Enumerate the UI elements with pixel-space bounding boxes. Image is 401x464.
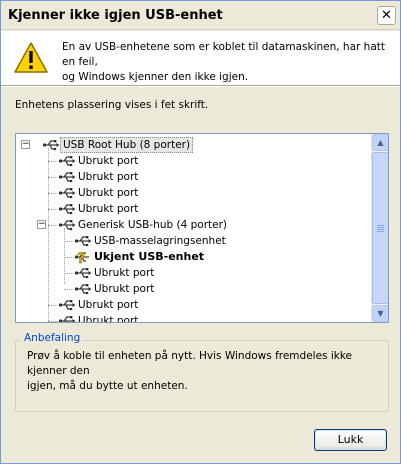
tree-item-unknown-device[interactable]: ? Ukjent USB-enhet <box>74 249 206 267</box>
scroll-down-button[interactable]: ▼ <box>372 305 388 322</box>
tree-item[interactable]: USB Root Hub (8 porter) <box>42 137 194 153</box>
tree-item[interactable]: Ubrukt port <box>58 201 140 217</box>
tree-item-label: Ubrukt port <box>78 203 139 215</box>
tree-item-label: Ubrukt port <box>78 315 139 322</box>
unknown-device-icon: ? <box>74 249 92 267</box>
tree-item[interactable]: Ubrukt port <box>74 281 156 297</box>
collapse-toggle[interactable]: − <box>21 140 30 149</box>
tree-item-label: Ubrukt port <box>78 155 139 167</box>
device-tree-list: USB Root Hub (8 porter) − Ubrukt port Ubruk… <box>16 134 371 322</box>
tree-connector <box>48 321 58 322</box>
tree-connector <box>64 257 74 258</box>
title-bar[interactable]: Kjenner ikke igjen USB-enhet ✕ <box>1 1 400 30</box>
tree-connector <box>64 241 74 242</box>
scroll-up-button[interactable]: ▲ <box>372 134 388 151</box>
vertical-scrollbar[interactable]: ▲ ▼ <box>371 134 388 322</box>
tree-connector <box>48 305 58 306</box>
tree-item[interactable]: Ubrukt port <box>58 153 140 169</box>
tree-item[interactable]: Ubrukt port <box>58 297 140 313</box>
usb-port-icon <box>74 265 92 281</box>
usb-port-icon <box>58 201 76 217</box>
tree-connector <box>64 273 74 274</box>
tree-connector <box>64 289 74 290</box>
window-title: Kjenner ikke igjen USB-enhet <box>8 8 223 23</box>
device-tree[interactable]: USB Root Hub (8 porter) − Ubrukt port Ubruk… <box>15 133 389 323</box>
collapse-toggle[interactable]: − <box>37 220 46 229</box>
warning-icon <box>14 42 48 73</box>
tree-item-label: Generisk USB-hub (4 porter) <box>78 219 227 231</box>
dialog-window: Kjenner ikke igjen USB-enhet ✕ En av USB… <box>0 0 401 464</box>
usb-hub-icon <box>58 217 76 233</box>
tree-item[interactable]: Ubrukt port <box>58 313 140 322</box>
header-separator <box>1 85 400 87</box>
recommendation-text: Prøv å koble til enheten på nytt. Hvis W… <box>27 350 353 392</box>
error-message: En av USB-enhetene som er koblet til dat… <box>62 41 385 83</box>
tree-connector <box>48 209 58 210</box>
tree-item[interactable]: Generisk USB-hub (4 porter) <box>58 217 229 233</box>
svg-text:?: ? <box>77 251 85 265</box>
recommendation-title: Anbefaling <box>21 332 84 344</box>
tree-connector <box>48 177 58 178</box>
tree-connector <box>48 193 58 194</box>
tree-item[interactable]: Ubrukt port <box>58 185 140 201</box>
tree-item[interactable]: Ubrukt port <box>58 169 140 185</box>
usb-port-icon <box>58 169 76 185</box>
tree-item[interactable]: USB-masselagringsenhet <box>74 233 228 249</box>
tree-item-label: Ubrukt port <box>94 283 155 295</box>
tree-guide-line <box>64 228 65 284</box>
usb-device-icon <box>74 233 92 249</box>
usb-port-icon <box>58 185 76 201</box>
tree-item-label: USB-masselagringsenhet <box>94 235 226 247</box>
tree-item-label: USB Root Hub (8 porter) <box>60 137 194 153</box>
tree-connector <box>48 161 58 162</box>
scroll-thumb[interactable] <box>372 152 388 304</box>
tree-connector <box>48 225 58 226</box>
tree-item-label: Ubrukt port <box>78 171 139 183</box>
message-header: En av USB-enhetene som er koblet til dat… <box>1 31 400 85</box>
tree-item-label: Ukjent USB-enhet <box>94 250 205 263</box>
close-button[interactable]: ✕ <box>377 6 396 25</box>
usb-port-icon <box>58 297 76 313</box>
usb-port-icon <box>58 153 76 169</box>
tree-item[interactable]: Ubrukt port <box>74 265 156 281</box>
tree-item-label: Ubrukt port <box>94 267 155 279</box>
tree-item-label: Ubrukt port <box>78 299 139 311</box>
usb-hub-icon <box>42 137 60 153</box>
usb-port-icon <box>58 313 76 322</box>
close-dialog-button[interactable]: Lukk <box>314 429 387 451</box>
usb-port-icon <box>74 281 92 297</box>
tree-guide-line <box>48 148 49 322</box>
location-hint: Enhetens plassering vises i fet skrift. <box>15 99 209 111</box>
tree-item-label: Ubrukt port <box>78 187 139 199</box>
